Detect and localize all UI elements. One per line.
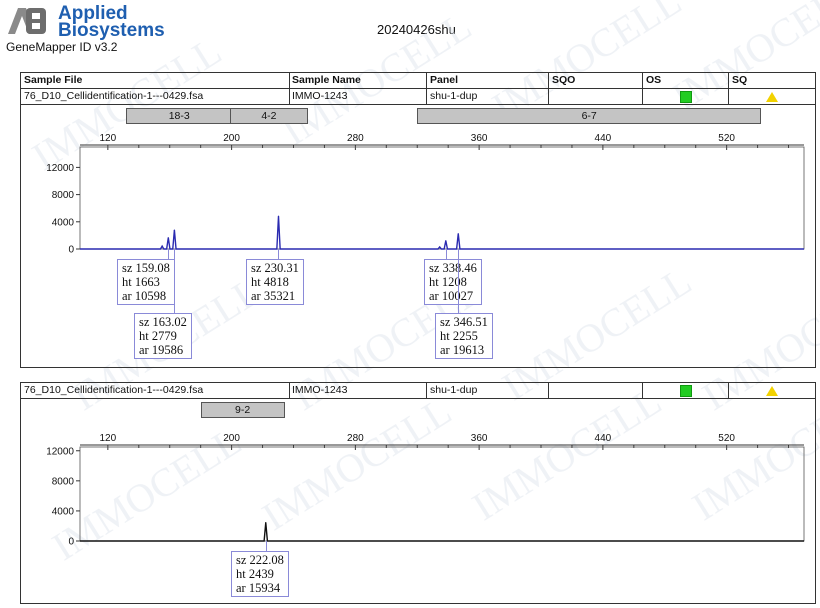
peak-label-ar: ar 15934	[236, 581, 281, 595]
peak-label[interactable]: sz 346.51 ht 2255 ar 19613	[435, 313, 493, 359]
peak-label-ht: ht 1208	[429, 275, 467, 289]
trace-line	[80, 216, 804, 250]
peak-label-sz: sz 346.51	[440, 315, 488, 329]
y-tick-label: 4000	[52, 217, 75, 228]
header-sq: SQ	[732, 74, 748, 86]
plot-frame	[79, 146, 805, 250]
peak-label-connector	[278, 249, 280, 259]
sample-name-value: IMMO-1243	[292, 384, 348, 396]
peak-mark	[439, 246, 441, 248]
y-tick-label: 8000	[52, 190, 75, 201]
header-panel: Panel	[430, 74, 459, 86]
peak-label-ar: ar 10598	[122, 289, 167, 303]
sample-info-row[interactable]: 76_D10_Cellidentification-1---0429.fsa I…	[21, 89, 815, 105]
peak-label-sz: sz 230.31	[251, 261, 299, 275]
peak-label-connector	[445, 249, 447, 259]
y-tick-label: 12000	[46, 446, 74, 457]
sample-file-value: 76_D10_Cellidentification-1---0429.fsa	[24, 90, 204, 102]
peak-label[interactable]: sz 230.31 ht 4818 ar 35321	[246, 259, 304, 305]
peak-mark	[167, 237, 169, 239]
sample-file-value: 76_D10_Cellidentification-1---0429.fsa	[24, 384, 204, 396]
peak-label-ar: ar 19613	[440, 343, 485, 357]
peak-label-connector	[458, 249, 460, 313]
peak-mark	[457, 233, 459, 235]
trace-line	[80, 522, 804, 542]
peak-label-sz: sz 159.08	[122, 261, 170, 275]
peak-label-sz: sz 163.02	[139, 315, 187, 329]
x-tick-label: 520	[718, 133, 735, 144]
sample-info-row[interactable]: 76_D10_Cellidentification-1---0429.fsa I…	[21, 383, 815, 399]
peak-label-sz: sz 338.46	[429, 261, 477, 275]
allele-bin[interactable]: 9-2	[200, 402, 285, 418]
brand-name-line2: Biosystems	[58, 20, 165, 41]
peak-label-connector	[174, 249, 176, 313]
peak-label-ht: ht 1663	[122, 275, 160, 289]
peak-mark	[173, 229, 175, 231]
peak-label[interactable]: sz 222.08 ht 2439 ar 15934	[231, 551, 289, 597]
peak-label-ar: ar 10027	[429, 289, 474, 303]
electropherogram-chart-2[interactable]: 120 200 280 360 440 520 0 4000 8000 12000	[21, 419, 815, 549]
x-tick-label: 280	[347, 433, 364, 444]
peak-mark	[445, 240, 447, 242]
allele-bin[interactable]: 4-2	[230, 108, 308, 124]
header-sample-file: Sample File	[24, 74, 83, 86]
peak-label-connector	[265, 541, 267, 551]
peak-mark	[161, 245, 163, 247]
peak-label-sz: sz 222.08	[236, 553, 284, 567]
peak-label-ht: ht 2255	[440, 329, 478, 343]
allele-bin[interactable]: 18-3	[126, 108, 233, 124]
x-tick-label: 120	[100, 133, 117, 144]
y-tick-label: 12000	[46, 163, 74, 174]
x-tick-label: 120	[100, 433, 117, 444]
os-green-square-icon	[680, 91, 692, 103]
x-tick-label: 200	[223, 133, 240, 144]
x-tick-label: 520	[718, 433, 735, 444]
peak-mark	[265, 522, 267, 524]
peak-label-ar: ar 35321	[251, 289, 296, 303]
peak-label-ht: ht 2779	[139, 329, 177, 343]
panel-value: shu-1-dup	[430, 384, 478, 396]
x-tick-label: 360	[471, 433, 488, 444]
run-title: 20240426shu	[377, 22, 456, 37]
peak-label[interactable]: sz 338.46 ht 1208 ar 10027	[424, 259, 482, 305]
peak-label[interactable]: sz 163.02 ht 2779 ar 19586	[134, 313, 192, 359]
electropherogram-panel-1: Sample File Sample Name Panel SQO OS SQ …	[20, 72, 816, 368]
table-header-row: Sample File Sample Name Panel SQO OS SQ	[21, 73, 815, 89]
os-green-square-icon	[680, 385, 692, 397]
y-tick-label: 0	[68, 537, 74, 548]
x-tick-label: 200	[223, 433, 240, 444]
peak-mark	[277, 215, 280, 217]
sq-yellow-triangle-icon	[766, 92, 778, 102]
x-tick-label: 280	[347, 133, 364, 144]
y-tick-label: 8000	[52, 476, 75, 487]
plot-frame	[79, 446, 805, 542]
peak-label-ht: ht 4818	[251, 275, 289, 289]
peak-label[interactable]: sz 159.08 ht 1663 ar 10598	[117, 259, 175, 305]
header-sample-name: Sample Name	[292, 74, 361, 86]
software-version: GeneMapper ID v3.2	[6, 40, 118, 54]
peak-label-ht: ht 2439	[236, 567, 274, 581]
peak-label-connector	[168, 249, 170, 259]
y-tick-label: 0	[68, 245, 74, 256]
allele-bin[interactable]: 6-7	[417, 108, 762, 124]
peak-label-ar: ar 19586	[139, 343, 184, 357]
electropherogram-panel-2: 76_D10_Cellidentification-1---0429.fsa I…	[20, 382, 816, 604]
sq-yellow-triangle-icon	[766, 386, 778, 396]
header-os: OS	[646, 74, 662, 86]
sample-name-value: IMMO-1243	[292, 90, 348, 102]
applied-biosystems-logo: AB	[8, 8, 46, 34]
x-tick-label: 440	[595, 433, 612, 444]
panel-value: shu-1-dup	[430, 90, 478, 102]
x-tick-label: 440	[595, 133, 612, 144]
y-tick-label: 4000	[52, 506, 75, 517]
x-tick-label: 360	[471, 133, 488, 144]
header-sqo: SQO	[552, 74, 576, 86]
